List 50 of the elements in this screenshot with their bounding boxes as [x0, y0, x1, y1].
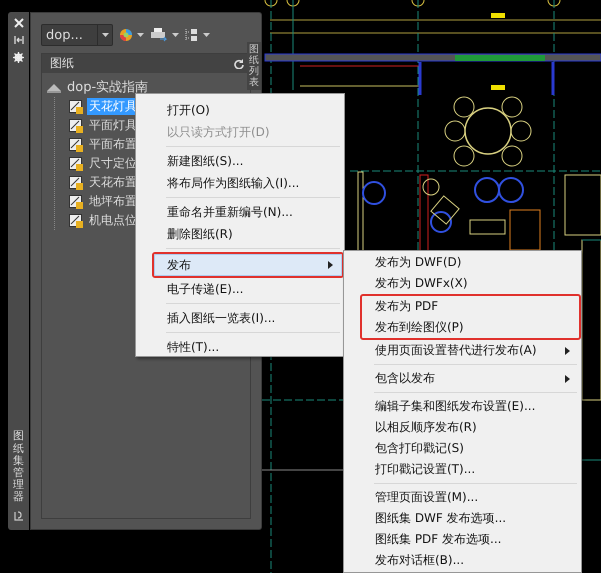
menu-item[interactable]: 图纸集 PDF 发布选项... [346, 529, 579, 550]
printer-button[interactable] [150, 28, 179, 42]
sheet-icon [69, 118, 83, 132]
settings-icon[interactable] [13, 52, 24, 63]
menu-item[interactable]: 发布 [154, 254, 342, 276]
sheet-icon [69, 176, 83, 190]
pin-icon[interactable] [14, 35, 24, 45]
color-wheel-button[interactable] [119, 28, 144, 42]
menu-item[interactable]: 以相反顺序发布(R) [346, 417, 579, 438]
menu-item[interactable]: 新建图纸(S)... [138, 150, 342, 172]
menu-item[interactable]: 打印戳记设置(T)... [346, 459, 579, 480]
list-view-button[interactable] [185, 28, 210, 42]
submenu-arrow-icon [565, 374, 570, 382]
menu-item[interactable]: 打开(O) [138, 99, 342, 121]
menu-item[interactable]: 管理页面设置(M)... [346, 487, 579, 508]
menu-item[interactable]: 重命名并重新编号(N)... [138, 201, 342, 223]
caret-icon [203, 33, 210, 37]
sheet-icon [69, 138, 83, 152]
sheet-list-tab[interactable]: 图纸列表 [247, 42, 261, 90]
caret-icon [137, 33, 144, 37]
menu-item[interactable]: 发布对话框(B)... [346, 550, 579, 571]
menu-item[interactable]: 编辑子集和图纸发布设置(E)... [346, 396, 579, 417]
sheet-set-dropdown[interactable]: dop... [41, 24, 113, 46]
menu-item[interactable]: 将布局作为图纸输入(I)... [138, 172, 342, 194]
sheet-set-icon [46, 81, 62, 93]
sheets-title: 图纸 [50, 55, 74, 72]
menu-item[interactable]: 特性(T)... [138, 336, 342, 358]
menu-item[interactable]: 发布为 DWF(D) [346, 252, 579, 273]
sheet-icon [69, 100, 83, 114]
menu-item[interactable]: 删除图纸(R) [138, 223, 342, 245]
menu-item[interactable]: 插入图纸一览表(I)... [138, 307, 342, 329]
sheet-icon [69, 156, 83, 170]
sheet-icon [69, 194, 83, 208]
sheet-icon [69, 214, 83, 228]
submenu-arrow-icon [328, 261, 333, 269]
menu-item[interactable]: 包含以发布 [346, 368, 579, 389]
panel-title: 图纸集管理器 [13, 430, 24, 503]
menu-item[interactable]: 发布为 DWFx(X) [346, 273, 579, 294]
menu-item[interactable]: 使用页面设置替代进行发布(A) [346, 340, 579, 361]
refresh-icon[interactable] [234, 58, 244, 68]
tree-root-label[interactable]: dop-实战指南 [67, 78, 148, 96]
caret-icon [172, 33, 179, 37]
menu-item[interactable]: 发布到绘图仪(P) [362, 317, 579, 338]
menu-item[interactable]: 发布为 PDF [362, 296, 579, 317]
caret-icon [102, 33, 108, 37]
menu-item[interactable]: 电子传递(E)... [138, 278, 342, 300]
submenu-arrow-icon [565, 346, 570, 354]
menu-item[interactable]: 图纸集 DWF 发布选项... [346, 508, 579, 529]
menu-item[interactable]: 包含打印戳记(S) [346, 438, 579, 459]
close-icon[interactable] [14, 18, 24, 28]
